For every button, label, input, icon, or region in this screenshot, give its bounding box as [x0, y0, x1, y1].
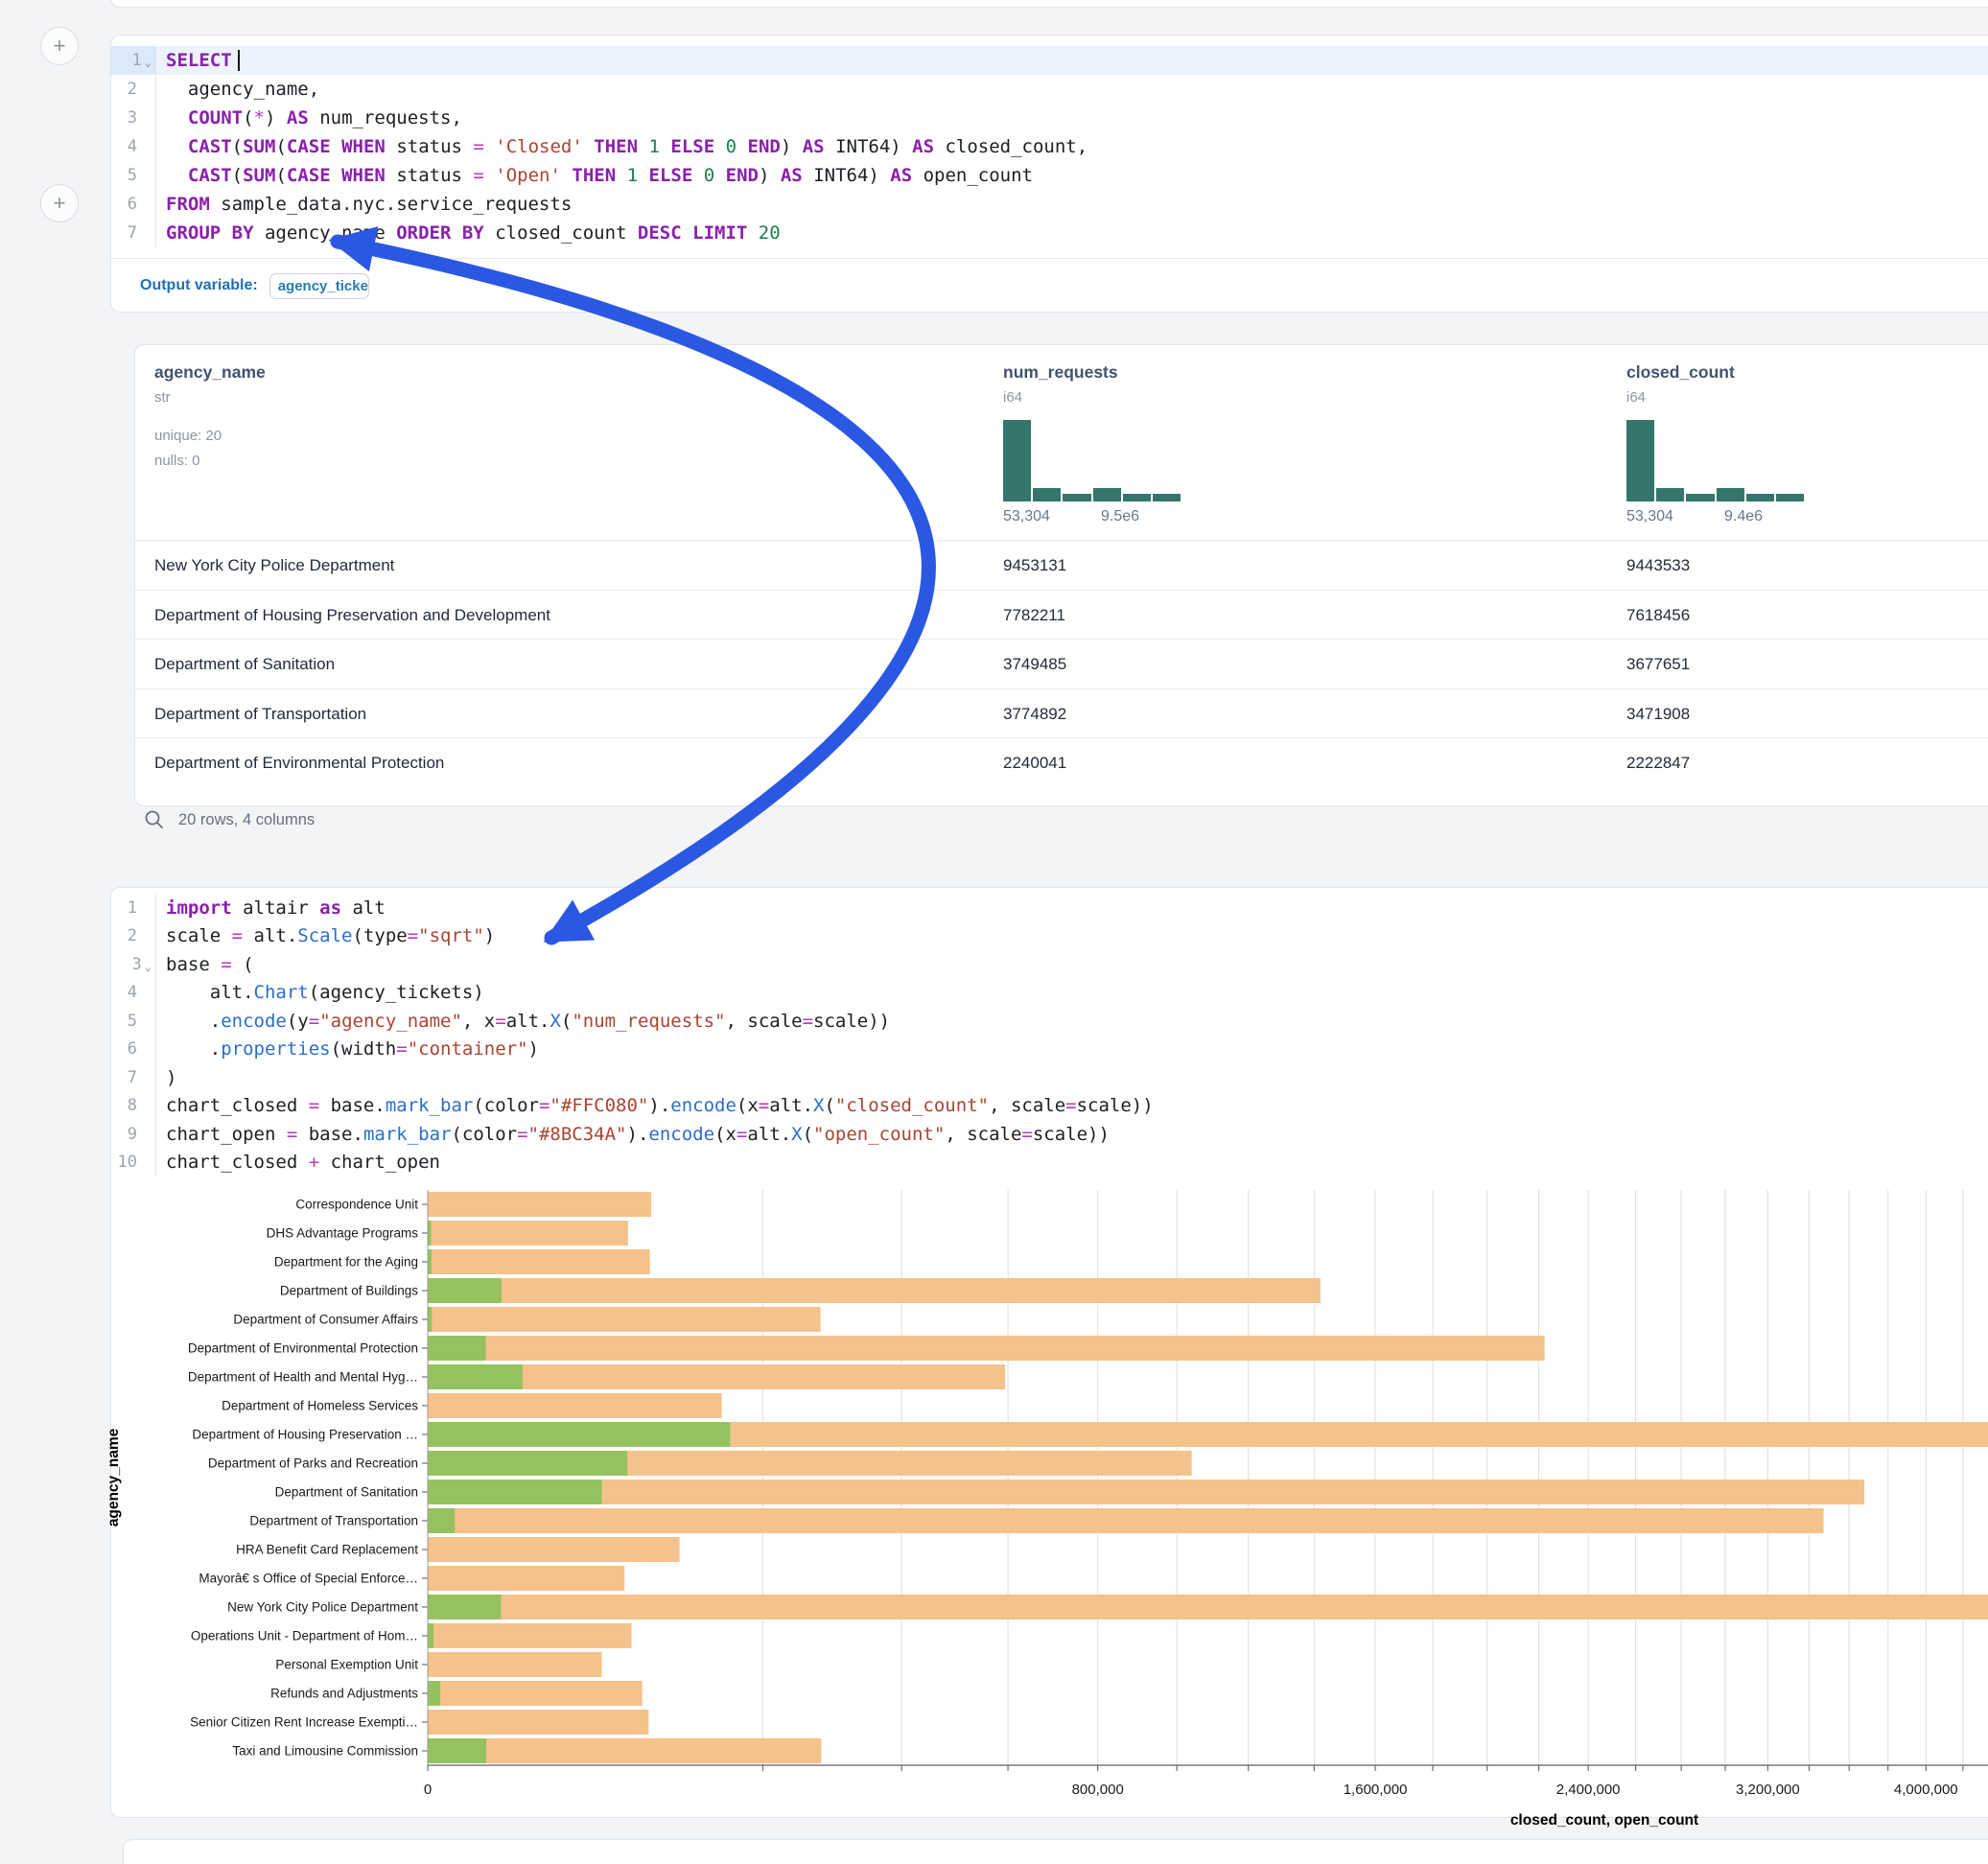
svg-text:Correspondence Unit: Correspondence Unit: [295, 1198, 418, 1212]
table-cell: 2222847: [1626, 754, 1690, 773]
table-cell: Department of Sanitation: [154, 655, 335, 674]
add-cell-button-top[interactable]: +: [40, 27, 79, 65]
code-line[interactable]: 8chart_closed = base.mark_bar(color="#FF…: [111, 1092, 1988, 1121]
table-cell: 9443533: [1626, 556, 1690, 575]
notebook-page: + + 1⌄SELECT2 agency_name,3 COUNT(*) AS …: [0, 0, 1988, 1864]
column-type: i64: [1003, 389, 1022, 406]
svg-text:Department of Health and Menta: Department of Health and Mental Hyg…: [188, 1370, 418, 1385]
svg-text:800,000: 800,000: [1072, 1782, 1124, 1798]
table-cell: 7782211: [1003, 606, 1065, 625]
add-cell-button-output[interactable]: +: [40, 184, 79, 222]
svg-text:closed_count, open_count: closed_count, open_count: [1510, 1812, 1698, 1829]
svg-text:Department of Homeless Service: Department of Homeless Services: [222, 1399, 418, 1413]
histogram-min-label: 53,304: [1626, 508, 1673, 525]
output-variable-label: Output variable:: [140, 277, 258, 294]
svg-text:Refunds and Adjustments: Refunds and Adjustments: [270, 1687, 418, 1701]
table-cell: 9453131: [1003, 556, 1066, 575]
svg-text:Senior Citizen Rent Increase E: Senior Citizen Rent Increase Exempti…: [190, 1715, 418, 1730]
column-header[interactable]: closed_count: [1626, 362, 1735, 383]
next-cell-remnant: [123, 1839, 1988, 1864]
svg-text:2,400,000: 2,400,000: [1556, 1782, 1621, 1798]
svg-text:Operations Unit - Department o: Operations Unit - Department of Hom…: [191, 1629, 418, 1643]
svg-text:Department of Parks and Recrea: Department of Parks and Recreation: [208, 1456, 418, 1471]
svg-text:Department of Transportation: Department of Transportation: [249, 1514, 418, 1528]
column-meta: unique: 20: [154, 428, 222, 444]
table-row[interactable]: Department of Sanitation 3749485 3677651: [135, 639, 1988, 689]
column-header[interactable]: num_requests: [1003, 362, 1118, 383]
table-cell: Department of Housing Preservation and D…: [154, 606, 550, 625]
histogram-min-label: 53,304: [1003, 508, 1050, 525]
output-variable-chip[interactable]: agency_tickets: [269, 273, 369, 299]
column-histogram: [1003, 420, 1181, 501]
histogram-max-label: 9.5e6: [1101, 508, 1139, 525]
code-line[interactable]: 9chart_open = base.mark_bar(color="#8BC3…: [111, 1120, 1988, 1149]
table-cell: 3749485: [1003, 655, 1066, 674]
histogram-max-label: 9.4e6: [1724, 508, 1763, 525]
dataframe-preview: agency_namestr unique: 20 nulls: 0 num_requ…: [134, 344, 1988, 806]
code-line[interactable]: 7): [111, 1063, 1988, 1092]
altair-chart-output: Correspondence Unit DHS Advantage Program…: [0, 1175, 1988, 1864]
output-variable-row: Output variable: agency_tickets: [111, 258, 1988, 313]
sql-code-editor[interactable]: 1⌄SELECT2 agency_name,3 COUNT(*) AS num_…: [111, 46, 1988, 247]
svg-text:0: 0: [424, 1782, 432, 1798]
code-line[interactable]: 10chart_closed + chart_open: [111, 1149, 1988, 1177]
table-cell: 3774892: [1003, 705, 1066, 724]
code-line[interactable]: 2 agency_name,: [111, 75, 1988, 104]
code-line[interactable]: 6FROM sample_data.nyc.service_requests: [111, 190, 1988, 219]
table-cell: 3471908: [1626, 705, 1690, 724]
svg-text:Mayorâ€ s Office of Special En: Mayorâ€ s Office of Special Enforce…: [199, 1572, 418, 1586]
search-icon[interactable]: [144, 809, 165, 830]
table-row[interactable]: Department of Housing Preservation and D…: [135, 590, 1988, 641]
table-cell: Department of Transportation: [154, 705, 366, 724]
code-line[interactable]: 4 CAST(SUM(CASE WHEN status = 'Closed' T…: [111, 132, 1988, 161]
code-line[interactable]: 1import altair as alt: [111, 894, 1988, 922]
code-line[interactable]: 1⌄SELECT: [111, 46, 1988, 75]
table-cell: 2240041: [1003, 754, 1066, 773]
previous-cell-remnant: [110, 0, 1988, 8]
column-header[interactable]: agency_name: [154, 362, 266, 383]
svg-text:Department of Consumer Affairs: Department of Consumer Affairs: [233, 1313, 418, 1327]
code-line[interactable]: 3 COUNT(*) AS num_requests,: [111, 104, 1988, 132]
code-line[interactable]: 4 alt.Chart(agency_tickets): [111, 979, 1988, 1008]
svg-text:New York City Police Departmen: New York City Police Department: [227, 1600, 418, 1615]
code-line[interactable]: 7GROUP BY agency_name ORDER BY closed_co…: [111, 219, 1988, 247]
column-meta: nulls: 0: [154, 453, 200, 469]
svg-text:Personal Exemption Unit: Personal Exemption Unit: [275, 1658, 418, 1672]
dataframe-footer: 20 rows, 4 columns: [144, 809, 315, 830]
column-histogram: [1626, 420, 1804, 501]
svg-text:HRA Benefit Card Replacement: HRA Benefit Card Replacement: [236, 1543, 418, 1557]
code-line[interactable]: 5 .encode(y="agency_name", x=alt.X("num_…: [111, 1007, 1988, 1036]
table-cell: New York City Police Department: [154, 556, 394, 575]
svg-text:1,600,000: 1,600,000: [1344, 1782, 1408, 1798]
table-row[interactable]: New York City Police Department 9453131 94…: [135, 540, 1988, 591]
svg-text:agency_name: agency_name: [105, 1428, 122, 1526]
svg-text:Department of Housing Preserva: Department of Housing Preservation …: [192, 1428, 418, 1442]
svg-text:Department for the Aging: Department for the Aging: [274, 1255, 418, 1270]
column-type: i64: [1626, 389, 1646, 406]
code-line[interactable]: 3⌄base = (: [111, 950, 1988, 979]
code-line[interactable]: 5 CAST(SUM(CASE WHEN status = 'Open' THE…: [111, 161, 1988, 190]
svg-text:Department of Buildings: Department of Buildings: [280, 1284, 418, 1298]
column-type: str: [154, 389, 171, 406]
row-column-count: 20 rows, 4 columns: [178, 811, 315, 829]
svg-text:Taxi and Limousine Commission: Taxi and Limousine Commission: [232, 1744, 418, 1759]
table-row[interactable]: Department of Transportation 3774892 34719…: [135, 688, 1988, 739]
svg-text:Department of Environmental Pr: Department of Environmental Protection: [188, 1341, 418, 1356]
table-row[interactable]: Department of Environmental Protection 22…: [135, 737, 1988, 788]
table-cell: Department of Environmental Protection: [154, 754, 444, 773]
table-cell: 7618456: [1626, 606, 1690, 625]
code-line[interactable]: 2scale = alt.Scale(type="sqrt"): [111, 922, 1988, 951]
bar-chart: Correspondence Unit DHS Advantage Program…: [0, 1175, 1988, 1864]
svg-text:3,200,000: 3,200,000: [1736, 1782, 1800, 1798]
sql-cell: 1⌄SELECT2 agency_name,3 COUNT(*) AS num_…: [110, 35, 1988, 313]
python-code-editor[interactable]: 1import altair as alt2scale = alt.Scale(…: [111, 894, 1988, 1177]
code-line[interactable]: 6 .properties(width="container"): [111, 1036, 1988, 1064]
table-cell: 3677651: [1626, 655, 1690, 674]
svg-text:Department of Sanitation: Department of Sanitation: [275, 1485, 418, 1500]
svg-text:4,000,000: 4,000,000: [1894, 1782, 1958, 1798]
svg-text:DHS Advantage Programs: DHS Advantage Programs: [267, 1226, 419, 1241]
